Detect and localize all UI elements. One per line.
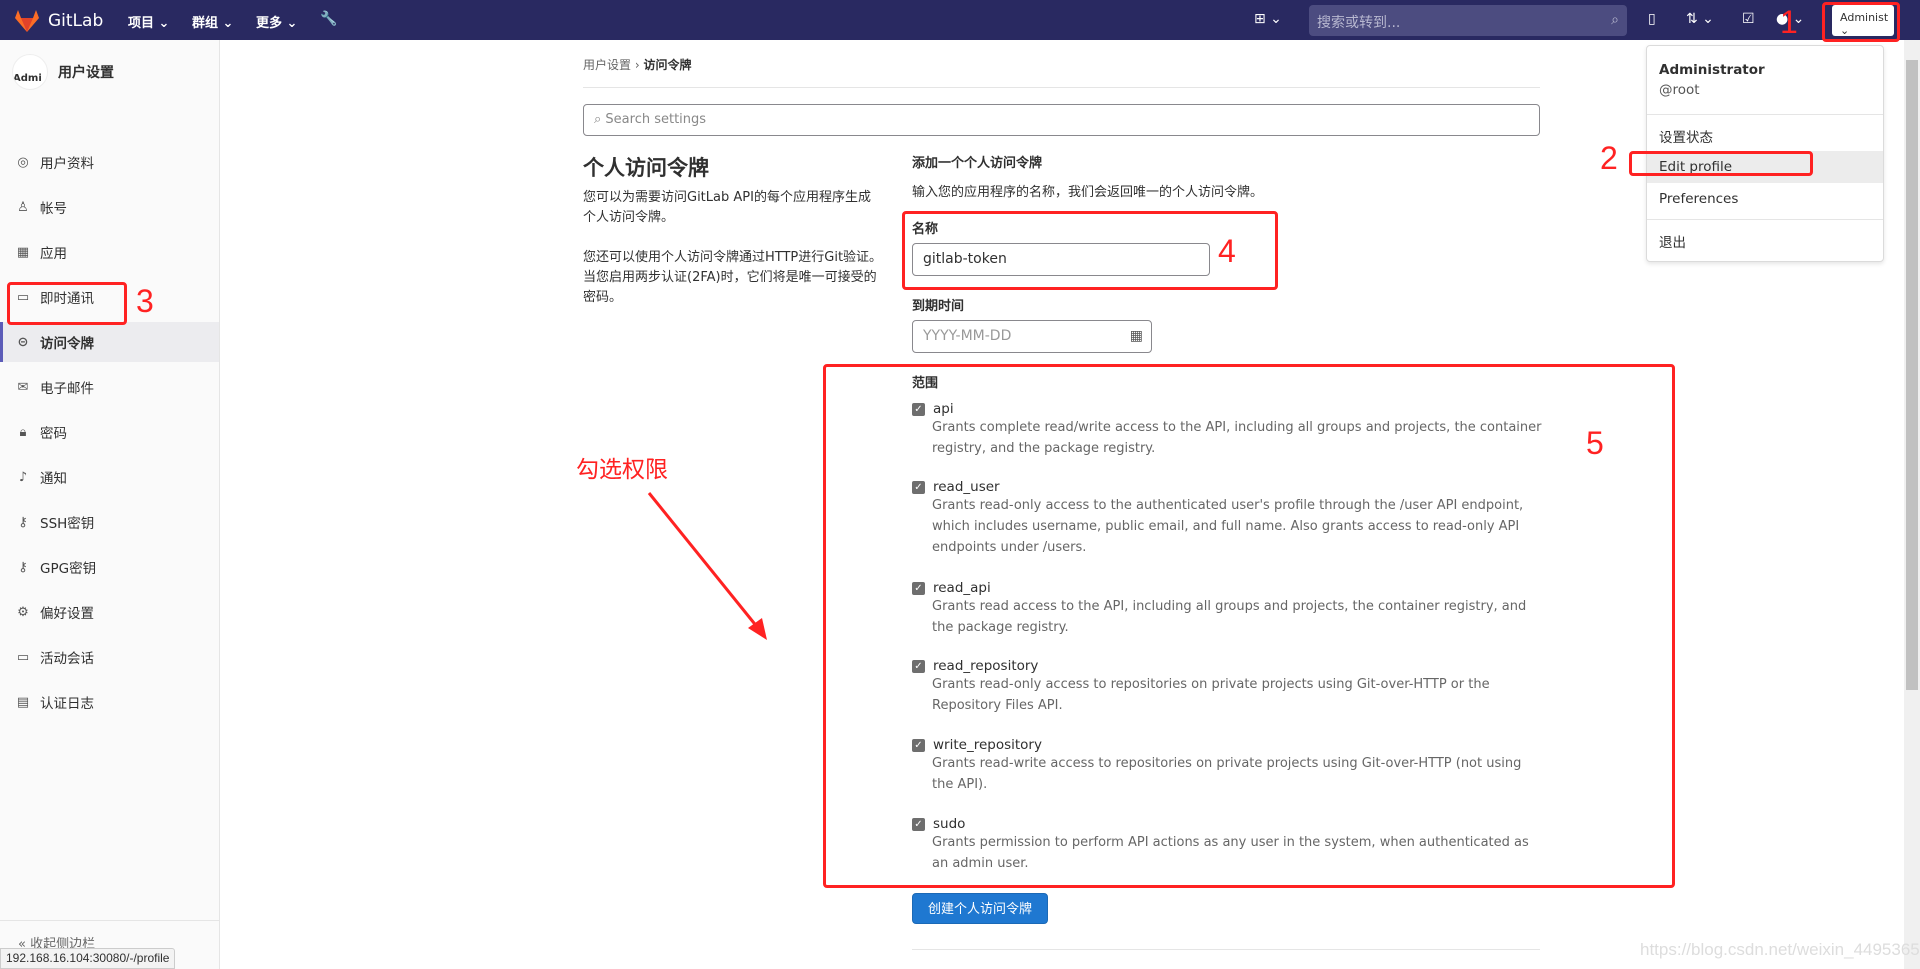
annotation-arrow <box>647 492 767 640</box>
watermark: https://blog.csdn.net/weixin_44953658 <box>1640 940 1920 959</box>
browser-status-bar: 192.168.16.104:30080/-/profile <box>0 948 176 969</box>
